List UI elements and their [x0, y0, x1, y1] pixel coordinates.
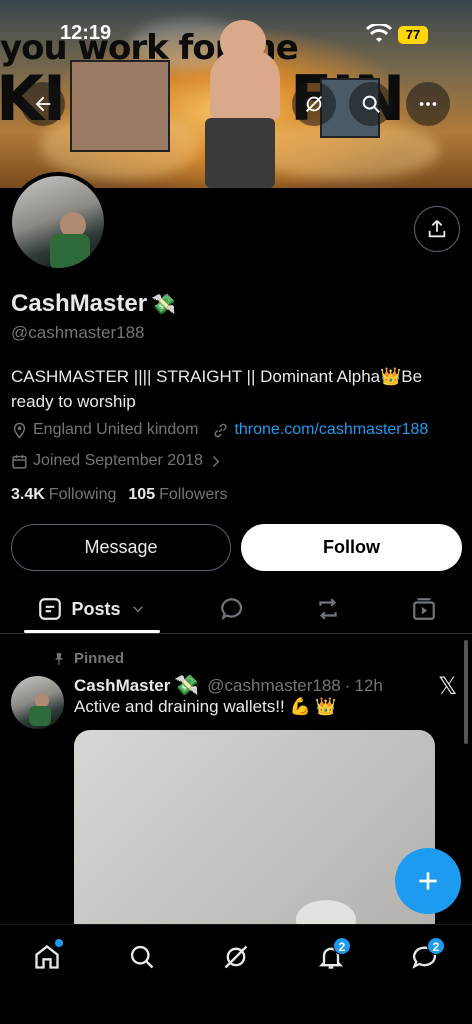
following-number: 3.4K: [11, 486, 45, 503]
banner-figure-pants: [205, 118, 275, 188]
back-button[interactable]: [21, 82, 65, 126]
followers-count[interactable]: 105 Followers: [128, 486, 227, 504]
profile-tabs: Posts: [0, 584, 472, 634]
website-link[interactable]: throne.com/cashmaster188: [234, 421, 428, 439]
location-icon: [13, 422, 26, 439]
back-arrow-icon: [35, 96, 51, 112]
followers-number: 105: [128, 486, 156, 503]
pinned-indicator: Pinned: [52, 650, 124, 667]
home-icon: [35, 945, 59, 969]
notifications-badge: 2: [333, 937, 351, 955]
pinned-label: Pinned: [74, 650, 125, 667]
display-name-text: CashMaster: [11, 290, 148, 317]
nav-search[interactable]: [122, 937, 162, 977]
grok-button[interactable]: [292, 82, 336, 126]
profile-meta-joined[interactable]: Joined September 2018: [11, 452, 229, 470]
following-label: Following: [48, 486, 117, 503]
profile-meta-location-website: England United kindom throne.com/cashmas…: [11, 421, 428, 439]
media-icon: [413, 598, 435, 620]
post-text: Active and draining wallets!! 💪 👑: [74, 697, 337, 716]
tab-replies[interactable]: [212, 584, 252, 634]
chevron-right-icon: [212, 455, 220, 467]
pin-icon: [54, 652, 64, 665]
banner-face-left: [70, 60, 170, 152]
plus-icon: [419, 872, 437, 890]
followers-label: Followers: [159, 486, 228, 503]
tab-reposts[interactable]: [308, 584, 348, 634]
active-tab-indicator: [24, 630, 160, 633]
messages-badge: 2: [427, 937, 445, 955]
nav-grok[interactable]: [216, 937, 256, 977]
message-button[interactable]: Message: [11, 524, 231, 571]
post-time: 12h: [354, 675, 383, 695]
status-bar: 12:19 77: [0, 22, 472, 48]
chevron-down-icon: [132, 606, 143, 613]
follow-button[interactable]: Follow: [241, 524, 462, 571]
more-button[interactable]: [406, 82, 450, 126]
tab-posts-label: Posts: [71, 598, 121, 619]
search-icon: [130, 945, 154, 969]
profile-avatar[interactable]: [8, 172, 108, 272]
user-handle: @cashmaster188: [11, 323, 145, 342]
repost-icon: [319, 598, 337, 620]
display-name: CashMaster 💸: [11, 290, 176, 318]
nav-messages[interactable]: 2: [405, 937, 445, 977]
status-time: 12:19: [60, 22, 112, 44]
post-author-handle: @cashmaster188: [207, 675, 341, 695]
post-header[interactable]: CashMaster 💸 @cashmaster188 · 12h: [74, 673, 383, 698]
name-emoji: 💸: [151, 293, 176, 316]
battery-indicator: 77: [398, 26, 428, 44]
search-button[interactable]: [349, 82, 393, 126]
profile-bio: CASHMASTER |||| STRAIGHT || Dominant Alp…: [11, 367, 423, 411]
scrollbar[interactable]: [464, 640, 468, 744]
nav-notifications[interactable]: 2: [311, 937, 351, 977]
tab-posts[interactable]: Posts: [24, 584, 160, 634]
search-icon: [362, 95, 380, 113]
grok-icon: [224, 945, 248, 969]
share-button[interactable]: [414, 206, 460, 252]
bottom-nav: 2 2: [0, 924, 472, 1024]
calendar-icon: [12, 454, 27, 469]
home-notification-dot: [55, 939, 63, 947]
post-author-avatar[interactable]: [11, 676, 64, 729]
more-icon: [419, 102, 437, 106]
follow-counts: 3.4K Following 105 Followers: [11, 486, 228, 504]
avatar-figure-body: [50, 234, 90, 268]
wifi-icon: [366, 24, 392, 42]
joined-text: Joined September 2018: [33, 452, 203, 469]
location-text: England United kindom: [33, 421, 199, 438]
link-icon: [214, 423, 227, 437]
post-separator: ·: [344, 675, 351, 695]
post-media-image[interactable]: [74, 730, 435, 940]
grok-icon: [306, 96, 322, 112]
following-count[interactable]: 3.4K Following: [11, 486, 116, 504]
avatar-sm-figure-body: [29, 706, 51, 726]
post-author-name: CashMaster: [74, 675, 171, 695]
compose-button[interactable]: [395, 848, 461, 914]
post-author-emoji: 💸: [174, 675, 200, 697]
share-icon: [428, 220, 446, 238]
reply-bubble-icon: [221, 598, 243, 621]
posts-icon: [39, 598, 62, 620]
nav-home[interactable]: [27, 937, 67, 977]
x-logo-icon: 𝕏: [438, 672, 458, 700]
tab-media[interactable]: [404, 584, 444, 634]
